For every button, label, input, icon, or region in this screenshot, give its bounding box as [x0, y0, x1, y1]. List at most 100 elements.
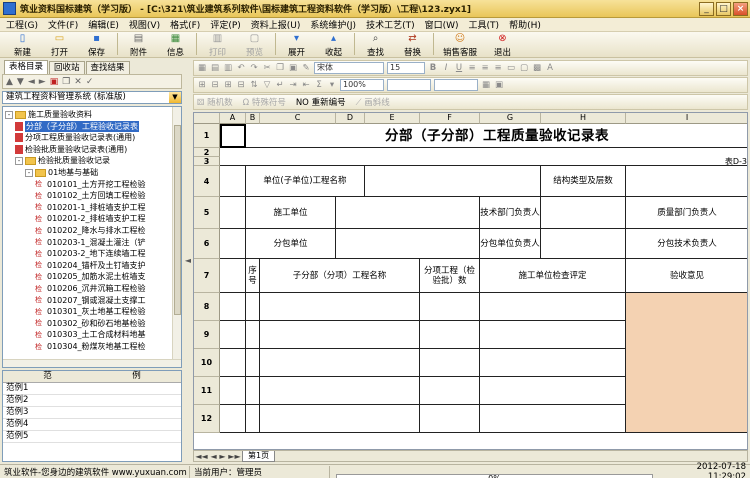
column-header[interactable]: I [626, 113, 747, 124]
row-header[interactable]: 9 [194, 321, 220, 349]
outdent-icon[interactable]: ⇤ [301, 80, 311, 90]
tree-item[interactable]: 检 010206_沉井沉箱工程检验 [35, 283, 146, 294]
seq-cell[interactable] [246, 349, 260, 377]
align-left-icon[interactable]: ≡ [467, 63, 477, 73]
picture-icon[interactable]: ▣ [494, 80, 504, 90]
menu-item-6[interactable]: 评定(P) [210, 18, 240, 31]
row-header[interactable]: 8 [194, 293, 220, 321]
underline-button[interactable]: U [454, 63, 464, 73]
align-right-icon[interactable]: ≡ [493, 63, 503, 73]
font-select[interactable]: 宋体 [314, 62, 384, 74]
tree-item[interactable]: 分项工程质量验收记录表(通用) [15, 132, 135, 143]
tree-item[interactable]: 检 010201-1_排桩墙支护工程 [35, 202, 146, 213]
column-header[interactable]: A [220, 113, 246, 124]
construction-check-cell[interactable] [480, 405, 626, 433]
table-icon[interactable]: ▤ [210, 63, 220, 73]
menu-item-9[interactable]: 技术工艺(T) [366, 18, 415, 31]
form-title[interactable]: 分部（子分部）工程质量验收记录表 [246, 124, 747, 148]
first-sheet-icon[interactable]: ◄◄ [195, 452, 207, 461]
tree-item[interactable]: 检 010303_土工合成材料地基 [35, 329, 146, 340]
row-header[interactable]: 1 [194, 124, 220, 148]
example-item[interactable]: 范例3 [3, 407, 181, 419]
spreadsheet[interactable]: A B C D E F G H I 1 2 3 4 5 6 7 8 9 10 11 12 分部（子分部）工程质量验收记录表… [193, 112, 748, 450]
move-right-icon[interactable]: ► [39, 77, 46, 87]
tree-item[interactable]: 检 010205_加筋水泥土桩墙支 [35, 271, 146, 282]
label-sub-tech-head[interactable]: 分包技术负责人 [626, 229, 747, 259]
move-up-icon[interactable]: ▲ [6, 77, 13, 87]
row-header[interactable]: 11 [194, 377, 220, 405]
seq-cell[interactable] [246, 377, 260, 405]
copy-icon[interactable]: ❐ [275, 63, 285, 73]
menu-item-4[interactable]: 视图(V) [129, 18, 160, 31]
menu-item-8[interactable]: 系统维护(J) [310, 18, 356, 31]
sub-project-cell[interactable] [260, 321, 420, 349]
cell-blank[interactable] [220, 166, 246, 197]
delete-node-icon[interactable]: ✕ [74, 77, 82, 87]
close-button[interactable]: × [733, 2, 748, 16]
tree-root-select[interactable]: 建筑工程资料管理系统 (标准版) ▼ [2, 91, 182, 104]
draw-diagonal-button[interactable]: ⟋ 画斜线 [356, 96, 390, 108]
tree-item[interactable]: 检 010301_灰土地基工程检验 [35, 306, 146, 317]
sum-dropdown-icon[interactable]: ▾ [327, 80, 337, 90]
cell-blank[interactable] [220, 349, 246, 377]
construction-check-cell[interactable] [480, 349, 626, 377]
row-header[interactable]: 5 [194, 197, 220, 229]
inspection-count-cell[interactable] [420, 349, 480, 377]
calc-icon[interactable]: ▦ [481, 80, 491, 90]
tree-item[interactable]: 检 010203-1_混凝土灌注（铲 [35, 237, 146, 248]
minimize-button[interactable]: _ [699, 2, 714, 16]
toolbar-button-13[interactable]: ⊗ 退出 [484, 32, 521, 58]
row-header[interactable]: 12 [194, 405, 220, 433]
chart-icon[interactable]: ▥ [223, 63, 233, 73]
column-header[interactable]: B [246, 113, 260, 124]
cut-icon[interactable]: ✂ [262, 63, 272, 73]
menu-item-1[interactable]: 工程(G) [6, 18, 38, 31]
italic-button[interactable]: I [441, 63, 451, 73]
undo-icon[interactable]: ↶ [236, 63, 246, 73]
special-symbol-button[interactable]: Ω 特殊符号 [243, 96, 286, 108]
tree-item[interactable]: 检 010102_土方回填工程检验 [35, 190, 146, 201]
menu-item-12[interactable]: 帮助(H) [509, 18, 541, 31]
blank-row[interactable] [220, 148, 747, 157]
menu-item-10[interactable]: 窗口(W) [425, 18, 459, 31]
row-header[interactable]: 7 [194, 259, 220, 293]
toolbar-button-7[interactable]: ▢ 预览 [236, 32, 273, 58]
sub-project-cell[interactable] [260, 377, 420, 405]
label-tech-head[interactable]: 技术部门负责人 [480, 197, 541, 229]
tree-toggle-icon[interactable]: - [15, 156, 23, 165]
scroll-thumb[interactable] [174, 125, 181, 315]
example-item[interactable]: 范例2 [3, 395, 181, 407]
toolbar-button-1[interactable]: ▯ 新建 [4, 32, 41, 58]
redo-icon[interactable]: ↷ [249, 63, 259, 73]
row-header[interactable]: 6 [194, 229, 220, 259]
row-header[interactable]: 4 [194, 166, 220, 197]
prev-sheet-icon[interactable]: ◄ [210, 452, 216, 461]
random-number-button[interactable]: ⚄ 随机数 [197, 96, 233, 108]
tree-item[interactable]: 检 010304_粉煤灰地基工程检 [35, 341, 146, 352]
toolbar-button-5[interactable]: ▦ 信息 [157, 32, 194, 58]
tree-toggle-icon[interactable]: - [25, 168, 33, 177]
label-quality-head[interactable]: 质量部门负责人 [626, 197, 747, 229]
move-down-icon[interactable]: ▼ [17, 77, 24, 87]
border-icon[interactable]: ▢ [519, 63, 529, 73]
menu-item-7[interactable]: 资料上报(U) [251, 18, 301, 31]
tree-item[interactable]: - 检验批质量验收记录 [15, 155, 110, 166]
tree-item[interactable]: 检验批质量验收记录表(通用) [15, 144, 127, 155]
sub-head-value[interactable] [541, 229, 626, 259]
style-select[interactable] [387, 79, 431, 91]
sub-project-cell[interactable] [260, 405, 420, 433]
construction-check-cell[interactable] [480, 321, 626, 349]
delete-col-icon[interactable]: ⊟ [236, 80, 246, 90]
border-style-select[interactable] [434, 79, 478, 91]
tree-item[interactable]: 检 010204_锚杆及土钉墙支护 [35, 260, 146, 271]
menu-item-2[interactable]: 文件(F) [48, 18, 78, 31]
label-inspection-count[interactable]: 分项工程（检验批）数 [420, 259, 480, 293]
renumber-button[interactable]: NO 重新编号 [296, 96, 346, 108]
inspection-count-cell[interactable] [420, 321, 480, 349]
label-structure-type[interactable]: 结构类型及层数 [541, 166, 626, 197]
acceptance-opinion-cell[interactable] [626, 293, 747, 433]
tree-item[interactable]: - 施工质量验收资料 [5, 109, 92, 120]
add-node-icon[interactable]: ▣ [50, 77, 59, 87]
tree-item[interactable]: 检 010202_降水与排水工程检 [35, 225, 146, 236]
align-center-icon[interactable]: ≡ [480, 63, 490, 73]
